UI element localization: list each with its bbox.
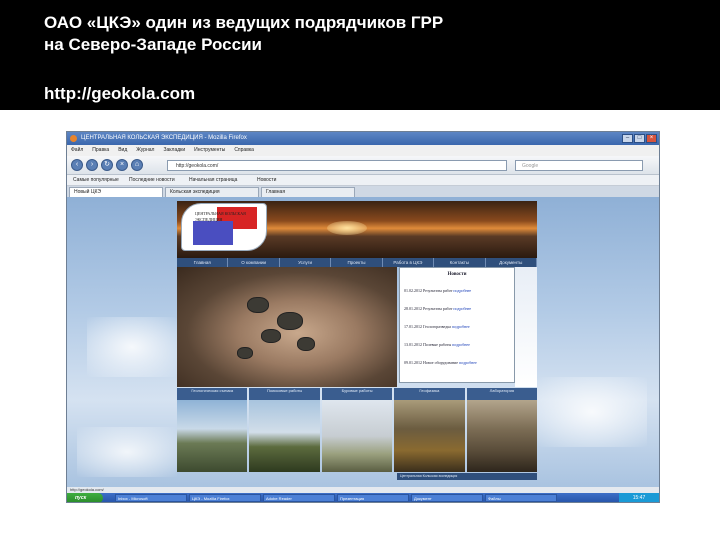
thumbnail-image [321,400,393,472]
thumbnail-image [466,400,538,472]
logo-text: ЦЕНТРАЛЬНАЯ КОЛЬСКАЯ ЭКСПЕДИЦИЯ [195,211,246,222]
background-cloud [537,377,647,447]
nav-item[interactable]: Проекты [331,258,383,267]
rock-sample [237,347,253,359]
news-item: 01.02.2012 Результаты работ подробнее [404,288,472,293]
navigation-toolbar: ‹ › ↻ × ⌂ http://geokola.com/ Google [67,156,659,175]
bookmark-item[interactable]: Начальная страница [189,175,237,186]
slide-url: http://geokola.com [44,84,196,103]
site-nav: Главная О компании Услуги Проекты Работа… [177,258,537,267]
news-link[interactable]: подробнее [459,360,477,365]
news-item: 13.01.2012 Полевые работы подробнее [404,342,470,347]
window-title: ЦЕНТРАЛЬНАЯ КОЛЬСКАЯ ЭКСПЕДИЦИЯ - Mozill… [81,135,247,141]
background-cloud [87,317,177,377]
thumbnail-card[interactable]: Буровые работы [321,388,393,472]
photo-thumbnails: Геологическая съемка Поисковые работы Бу… [177,388,538,472]
taskbar-item[interactable]: Файлы [485,494,557,502]
news-panel: Новости 01.02.2012 Результаты работ подр… [399,267,515,383]
rock-sample [261,329,281,343]
bookmark-item[interactable]: Самые популярные [73,175,119,186]
address-bar[interactable]: http://geokola.com/ [167,160,507,171]
menu-tools[interactable]: Инструменты [194,145,225,156]
search-input[interactable]: Google [515,160,643,171]
news-item: 09.01.2012 Новое оборудование подробнее [404,360,477,365]
sun-reflection [327,221,367,235]
site-footer: Центральная Кольская экспедиция [397,473,537,480]
bookmark-item[interactable]: Последние новости [129,175,175,186]
back-icon[interactable]: ‹ [71,159,83,171]
thumbnail-image [249,400,320,472]
tab[interactable]: Кольская экспедиция [165,187,259,197]
browser-screenshot: ЦЕНТРАЛЬНАЯ КОЛЬСКАЯ ЭКСПЕДИЦИЯ - Mozill… [66,131,660,503]
rock-sample [297,337,315,351]
window-titlebar: ЦЕНТРАЛЬНАЯ КОЛЬСКАЯ ЭКСПЕДИЦИЯ - Mozill… [67,132,659,145]
menu-history[interactable]: Журнал [136,145,154,156]
taskbar-item[interactable]: Презентация [337,494,409,502]
stop-icon[interactable]: × [116,159,128,171]
thumbnail-image [177,400,248,472]
slide-title-line1: ОАО «ЦКЭ» один из ведущих подрядчиков ГР… [44,13,444,32]
menu-file[interactable]: Файл [71,145,83,156]
close-button[interactable]: × [646,134,657,143]
taskbar-item[interactable]: ЦКЭ - Mozilla Firefox [189,494,261,502]
minimize-button[interactable]: – [622,134,633,143]
slide-title-line2: на Северо-Западе России [44,35,262,54]
tab[interactable]: Главная [261,187,355,197]
thumbnail-card[interactable]: Геологическая съемка [177,388,248,472]
taskbar-clock: 15:47 [619,493,659,502]
forward-icon[interactable]: › [86,159,98,171]
thumbnail-card[interactable]: Геофизика [394,388,465,472]
bookmarks-toolbar: Самые популярные Последние новости Начал… [67,175,659,186]
news-title: Новости [447,272,467,277]
ore-samples-photo [177,267,397,387]
menu-view[interactable]: Вид [118,145,127,156]
news-link[interactable]: подробнее [453,306,471,311]
web-page: ЦЕНТРАЛЬНАЯ КОЛЬСКАЯ ЭКСПЕДИЦИЯ Главная … [67,197,659,487]
thumbnail-card[interactable]: Лаборатория [466,388,538,472]
taskbar-item[interactable]: Документ [411,494,483,502]
bookmark-item[interactable]: Новости [257,175,276,186]
firefox-icon [70,135,77,142]
nav-item[interactable]: Услуги [280,258,332,267]
thumbnail-image [394,400,465,472]
menu-help[interactable]: Справка [234,145,254,156]
nav-item[interactable]: Контакты [434,258,486,267]
thumbnail-caption: Геологическая съемка [177,388,248,400]
thumbnail-caption: Поисковые работы [249,388,320,400]
nav-item[interactable]: Главная [177,258,229,267]
start-button[interactable]: пуск [67,493,103,502]
taskbar-item[interactable]: Adobe Reader [263,494,335,502]
tab-active[interactable]: Новый ЦКЭ [69,187,163,197]
news-link[interactable]: подробнее [452,342,470,347]
home-icon[interactable]: ⌂ [131,159,143,171]
news-link[interactable]: подробнее [453,288,471,293]
thumbnail-caption: Геофизика [394,388,465,400]
maximize-button[interactable]: □ [634,134,645,143]
taskbar-item[interactable]: Inbox - Microsoft [115,494,187,502]
nav-item[interactable]: О компании [228,258,280,267]
nav-item[interactable]: Документы [486,258,537,267]
slide-header: ОАО «ЦКЭ» один из ведущих подрядчиков ГР… [0,0,720,110]
thumbnail-caption: Лаборатория [466,388,538,400]
tab-strip: Новый ЦКЭ Кольская экспедиция Главная [67,186,659,197]
news-link[interactable]: подробнее [452,324,470,329]
nav-item[interactable]: Работа в ЦКЭ [383,258,435,267]
slide: ОАО «ЦКЭ» один из ведущих подрядчиков ГР… [0,0,720,540]
news-item: 28.01.2012 Результаты работ подробнее [404,306,472,311]
right-strip [515,267,537,387]
menu-edit[interactable]: Правка [92,145,109,156]
menu-bookmarks[interactable]: Закладки [163,145,185,156]
rock-sample [277,312,303,330]
rock-sample [247,297,269,313]
thumbnail-card[interactable]: Поисковые работы [249,388,320,472]
logo-blue-block [193,221,233,245]
windows-taskbar: пуск Inbox - Microsoft ЦКЭ - Mozilla Fir… [67,493,659,502]
background-cloud [77,427,177,477]
reload-icon[interactable]: ↻ [101,159,113,171]
menu-bar: Файл Правка Вид Журнал Закладки Инструме… [67,145,659,156]
thumbnail-caption: Буровые работы [321,388,393,400]
news-item: 17.01.2012 Геологоразведка подробнее [404,324,470,329]
